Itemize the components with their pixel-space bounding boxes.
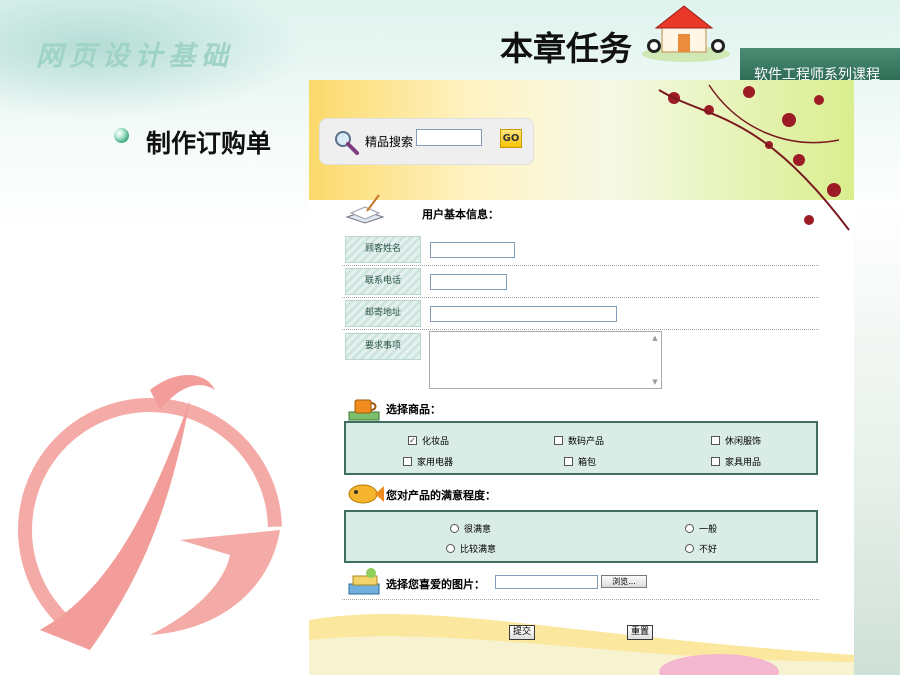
product-option[interactable]: 箱包 (564, 455, 596, 468)
slide-header-title: 网页设计基础 (36, 41, 234, 72)
checkbox-icon[interactable] (554, 436, 563, 445)
radio-icon[interactable] (685, 544, 694, 553)
product-option[interactable]: ✓ 化妆品 (408, 434, 449, 447)
search-label: 精品搜索 (365, 135, 414, 149)
product-option[interactable]: 休闲服饰 (711, 434, 761, 447)
search-icon (335, 131, 359, 155)
radio-icon[interactable] (446, 544, 455, 553)
address-label: 邮寄地址 (345, 300, 421, 327)
house-icon (642, 5, 730, 62)
bullet-text: 制作订购单 (146, 129, 272, 158)
products-box: ✓ 化妆品 数码产品 休闲服饰 家用电器 箱包 家具用品 (344, 421, 818, 475)
bullet-icon (114, 128, 129, 143)
go-button[interactable]: GO (500, 129, 522, 148)
search-box: 精品搜索 GO (319, 118, 534, 165)
satisfaction-option[interactable]: 不好 (685, 542, 717, 555)
product-option[interactable]: 家具用品 (711, 455, 761, 468)
fish-icon (348, 484, 384, 504)
satisfaction-title: 您对产品的满意程度： (386, 489, 496, 502)
logo-watermark-icon (18, 375, 282, 662)
requirements-label: 要求事项 (345, 333, 421, 360)
user-info-title: 用户基本信息： (422, 208, 499, 221)
radio-icon[interactable] (685, 524, 694, 533)
checkbox-icon[interactable] (711, 457, 720, 466)
picture-books-icon (348, 568, 380, 595)
chapter-title: 本章任务 (500, 29, 632, 68)
footer-swoosh-decoration (309, 614, 854, 675)
phone-row: 联系电话 (342, 266, 819, 298)
name-row: 顾客姓名 (342, 234, 819, 266)
checkbox-icon[interactable] (711, 436, 720, 445)
product-option[interactable]: 家用电器 (403, 455, 453, 468)
reset-button[interactable]: 重置 (627, 625, 653, 640)
cup-icon (348, 399, 380, 421)
requirements-textarea[interactable]: ▲ ▼ (429, 331, 662, 389)
checkbox-icon[interactable] (564, 457, 573, 466)
browse-button[interactable]: 浏览... (601, 575, 647, 588)
divider (342, 329, 819, 330)
phone-label: 联系电话 (345, 268, 421, 295)
name-label: 顾客姓名 (345, 236, 421, 263)
product-option[interactable]: 数码产品 (554, 434, 604, 447)
submit-button[interactable]: 提交 (509, 625, 535, 640)
checkbox-icon[interactable] (403, 457, 412, 466)
products-title: 选择商品： (386, 403, 441, 416)
search-input[interactable] (416, 129, 482, 146)
file-path-input[interactable] (495, 575, 598, 589)
slide-corner-decoration (850, 200, 900, 675)
flower-decoration (658, 84, 850, 231)
satisfaction-option[interactable]: 比较满意 (446, 542, 496, 555)
book-pen-icon (345, 194, 385, 224)
address-row: 邮寄地址 (342, 298, 819, 330)
requirements-row: 要求事项 ▲ ▼ (342, 331, 819, 391)
phone-input[interactable] (430, 274, 507, 290)
radio-icon[interactable] (450, 524, 459, 533)
name-input[interactable] (430, 242, 515, 258)
order-web-page: 精品搜索 GO 用户基本信息： 顾客姓名 联系电话 邮寄地址 要求事项 ▲ ▼ (309, 80, 854, 675)
picture-title: 选择您喜爱的图片： (386, 578, 485, 591)
satisfaction-option[interactable]: 一般 (685, 522, 717, 535)
scroll-down-icon[interactable]: ▼ (650, 377, 660, 387)
satisfaction-box: 很满意 一般 比较满意 不好 (344, 510, 818, 563)
checkbox-checked-icon[interactable]: ✓ (408, 436, 417, 445)
address-input[interactable] (430, 306, 617, 322)
scroll-up-icon[interactable]: ▲ (650, 333, 660, 343)
satisfaction-option[interactable]: 很满意 (450, 522, 491, 535)
